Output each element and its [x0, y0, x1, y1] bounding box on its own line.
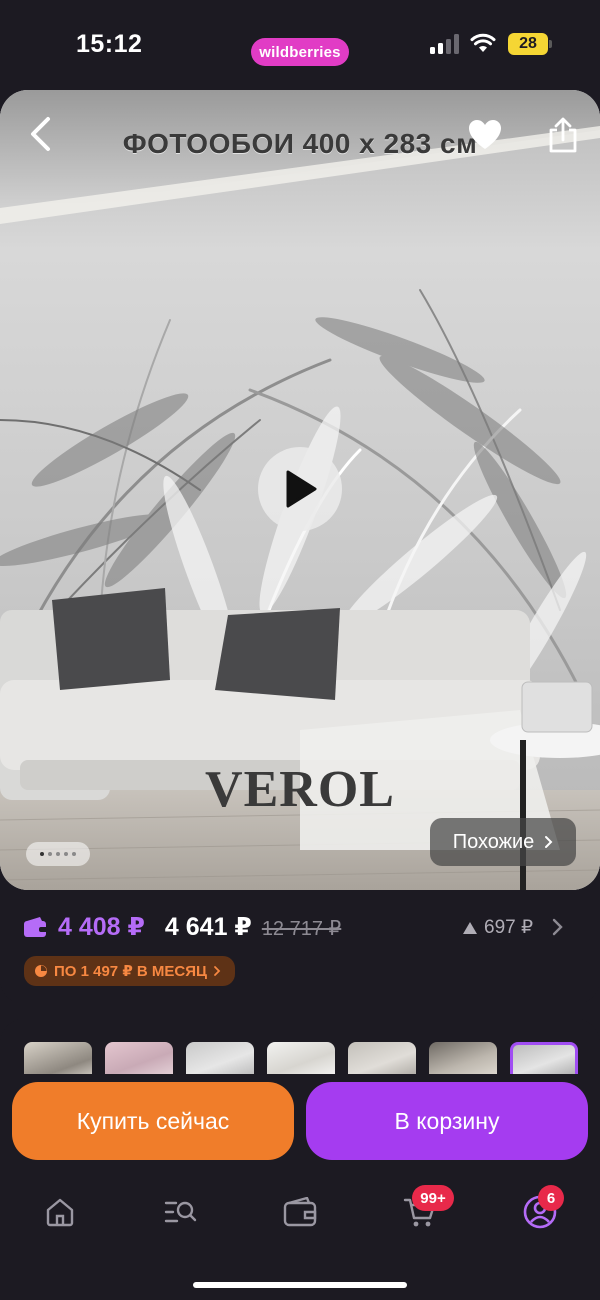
pager-dot	[56, 852, 60, 856]
installment-text: ПО 1 497 ₽ В МЕСЯЦ	[54, 963, 207, 980]
wallet-tab-icon	[283, 1197, 317, 1227]
wallet-icon	[24, 917, 48, 937]
current-price: 4 641 ₽	[164, 913, 252, 941]
battery-tip	[549, 40, 552, 48]
profile-badge: 6	[538, 1185, 564, 1211]
catalog-search-icon	[164, 1201, 197, 1223]
buy-now-button[interactable]: Купить сейчас	[12, 1082, 294, 1160]
share-icon	[549, 117, 577, 153]
price-block: 4 408 ₽ 4 641 ₽ 12 717 ₽ 697 ₽ ПО 1 497 …	[0, 890, 600, 1005]
pager-dot	[64, 852, 68, 856]
chevron-right-icon	[545, 836, 553, 848]
tab-catalog[interactable]	[158, 1190, 202, 1234]
brand-logo: VEROL	[205, 761, 395, 818]
home-icon	[46, 1198, 74, 1227]
status-bar: 15:12 wildberries 28	[0, 0, 600, 90]
variant-thumbnails	[24, 1042, 584, 1074]
triangle-up-icon	[463, 921, 477, 934]
pager-dot	[48, 852, 52, 856]
lower-panel: Купить сейчас В корзину 99+ 6	[0, 1018, 600, 1300]
play-icon	[286, 470, 317, 508]
installment-badge[interactable]: ПО 1 497 ₽ В МЕСЯЦ	[24, 956, 235, 986]
price-row: 4 408 ₽ 4 641 ₽ 12 717 ₽	[24, 912, 341, 942]
share-button[interactable]	[538, 110, 588, 160]
variant-thumbnail-selected[interactable]	[510, 1042, 578, 1074]
tab-wallet[interactable]	[278, 1190, 322, 1234]
variant-thumbnail[interactable]	[105, 1042, 173, 1074]
installment-icon	[35, 965, 47, 977]
tab-home[interactable]	[38, 1190, 82, 1234]
variant-thumbnail[interactable]	[348, 1042, 416, 1074]
old-price: 12 717 ₽	[261, 918, 342, 940]
similar-label: Похожие	[452, 830, 535, 853]
image-pager[interactable]	[26, 842, 90, 866]
chevron-right-icon[interactable]	[550, 918, 564, 936]
battery-level: 28	[519, 35, 537, 52]
cart-badge: 99+	[412, 1185, 454, 1211]
variant-thumbnail[interactable]	[24, 1042, 92, 1074]
battery-icon: 28	[508, 33, 548, 55]
chevron-right-icon	[214, 966, 221, 976]
wifi-icon	[470, 33, 496, 52]
variant-thumbnail[interactable]	[429, 1042, 497, 1074]
image-overlay-title: ФОТООБОИ 400 x 283 см	[122, 128, 478, 159]
similar-products-button[interactable]: Похожие	[430, 818, 576, 866]
favorite-button[interactable]	[460, 110, 510, 160]
status-time: 15:12	[76, 30, 143, 58]
heart-icon	[469, 120, 501, 149]
add-to-cart-button[interactable]: В корзину	[306, 1082, 588, 1160]
play-video-button[interactable]	[258, 447, 342, 531]
product-image-gallery[interactable]: ФОТООБОИ 400 x 283 см VEROL Похожие	[0, 90, 600, 890]
signal-icon	[430, 34, 459, 54]
price-history-button[interactable]: 697 ₽	[462, 916, 533, 939]
pager-dot	[72, 852, 76, 856]
app-name-pill: wildberries	[251, 38, 349, 66]
variant-thumbnail[interactable]	[186, 1042, 254, 1074]
variant-thumbnail[interactable]	[267, 1042, 335, 1074]
price-change-value: 697 ₽	[484, 917, 534, 938]
back-arrow-icon	[31, 117, 50, 151]
pager-dot-active	[40, 852, 44, 856]
wallet-price: 4 408 ₽	[58, 913, 145, 941]
home-indicator	[193, 1282, 407, 1288]
back-button[interactable]	[18, 108, 62, 160]
